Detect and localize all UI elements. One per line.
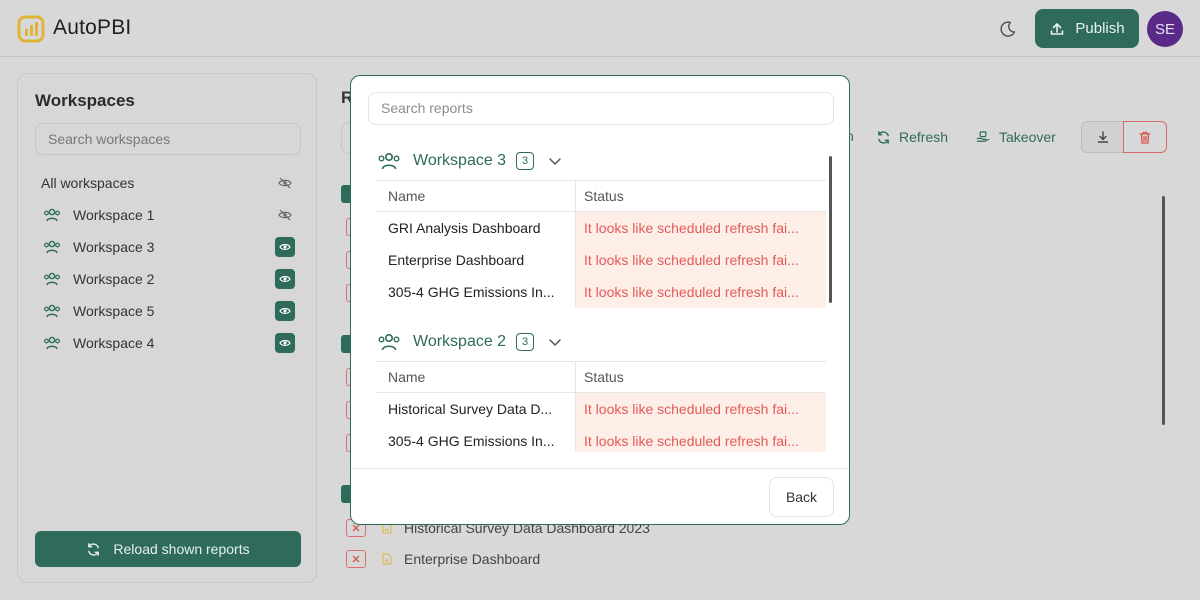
report-name-cell: Enterprise Dashboard xyxy=(376,244,576,276)
sidebar-item-workspace-5[interactable]: Workspace 5 xyxy=(35,297,301,325)
modal-footer: Back xyxy=(351,468,849,524)
workspace-group-name: Workspace 2 xyxy=(413,333,507,350)
users-icon xyxy=(44,336,60,350)
dark-mode-moon-icon[interactable] xyxy=(998,19,1018,39)
report-name-cell: GRI Analysis Dashboard xyxy=(376,212,576,244)
refresh-icon xyxy=(878,130,889,144)
users-icon xyxy=(44,272,60,286)
report-name-cell: 305-4 GHG Emissions In... xyxy=(376,276,576,308)
eye-icon[interactable] xyxy=(275,301,295,321)
app-header: AutoPBI Publish SE xyxy=(0,0,1200,57)
publish-label: Publish xyxy=(1075,20,1125,37)
back-button[interactable]: Back xyxy=(769,477,834,517)
eye-icon[interactable] xyxy=(275,237,295,257)
table-row[interactable]: GRI Analysis Dashboard It looks like sch… xyxy=(376,212,826,244)
table-scrollbar[interactable] xyxy=(829,156,832,303)
reload-shown-reports-button[interactable]: Reload shown reports xyxy=(35,531,301,567)
sidebar-item-label: Workspace 5 xyxy=(73,303,155,319)
refresh-icon xyxy=(88,542,100,556)
chevron-down-icon[interactable] xyxy=(548,156,562,166)
user-avatar[interactable]: SE xyxy=(1147,11,1183,47)
reports-scrollbar[interactable] xyxy=(1162,196,1165,425)
takeover-label: Takeover xyxy=(999,129,1056,145)
delete-button[interactable] xyxy=(1123,121,1167,153)
failed-reports-table: Name Status GRI Analysis Dashboard It lo… xyxy=(376,180,826,308)
workspace-group-header[interactable]: Workspace 2 3 xyxy=(377,329,562,355)
publish-button[interactable]: Publish xyxy=(1035,9,1139,48)
sidebar-item-workspace-3[interactable]: Workspace 3 xyxy=(35,233,301,261)
users-icon xyxy=(378,152,400,170)
table-header-row: Name Status xyxy=(376,180,826,212)
report-file-icon xyxy=(382,553,392,565)
report-search-input[interactable]: Search reports xyxy=(368,92,834,125)
refresh-button[interactable]: Refresh xyxy=(876,126,948,148)
eye-icon[interactable] xyxy=(275,269,295,289)
table-row[interactable]: Historical Survey Data D... It looks lik… xyxy=(376,393,826,425)
status-cell: It looks like scheduled refresh fai... xyxy=(576,244,826,276)
sidebar-item-workspace-4[interactable]: Workspace 4 xyxy=(35,329,301,357)
takeover-button[interactable]: Takeover xyxy=(975,126,1056,148)
chevron-down-icon[interactable] xyxy=(548,337,562,347)
takeover-hand-icon xyxy=(976,130,990,142)
report-count-badge: 3 xyxy=(516,152,535,170)
all-workspaces-label: All workspaces xyxy=(41,175,135,191)
status-cell: It looks like scheduled refresh fai... xyxy=(576,425,826,452)
modal-scroll-area: Workspace 3 3 Name Status GRI Analysis D… xyxy=(351,144,849,452)
name-column-header[interactable]: Name xyxy=(376,181,576,211)
report-row[interactable]: Enterprise Dashboard xyxy=(346,550,540,568)
download-icon xyxy=(1097,131,1109,143)
sidebar-item-workspace-2[interactable]: Workspace 2 xyxy=(35,265,301,293)
sidebar-item-label: Workspace 1 xyxy=(73,207,155,223)
sidebar-item-workspace-1[interactable]: Workspace 1 xyxy=(35,201,301,229)
table-header-row: Name Status xyxy=(376,361,826,393)
status-cell: It looks like scheduled refresh fai... xyxy=(576,276,826,308)
workspace-group-header[interactable]: Workspace 3 3 xyxy=(377,148,562,174)
error-x-icon xyxy=(346,550,366,568)
sidebar-item-all-workspaces[interactable]: All workspaces xyxy=(35,169,301,197)
workspace-group-name: Workspace 3 xyxy=(413,152,507,169)
users-icon xyxy=(44,304,60,318)
sidebar-item-label: Workspace 2 xyxy=(73,271,155,287)
workspaces-sidebar: Workspaces Search workspaces All workspa… xyxy=(17,73,317,583)
name-column-header[interactable]: Name xyxy=(376,362,576,392)
sidebar-title: Workspaces xyxy=(35,91,135,110)
trash-icon xyxy=(1139,131,1151,144)
download-button[interactable] xyxy=(1081,121,1124,153)
sidebar-item-label: Workspace 4 xyxy=(73,335,155,351)
refresh-label: Refresh xyxy=(899,129,949,145)
users-icon xyxy=(378,333,400,351)
status-column-header[interactable]: Status xyxy=(576,362,826,392)
report-count-badge: 3 xyxy=(516,333,535,351)
failed-refresh-modal: Search reports Workspace 3 3 Name Status… xyxy=(350,75,850,525)
reload-label: Reload shown reports xyxy=(113,541,250,557)
eye-off-icon[interactable] xyxy=(275,173,295,193)
users-icon xyxy=(44,240,60,254)
status-cell: It looks like scheduled refresh fai... xyxy=(576,393,826,425)
report-name-cell: 305-4 GHG Emissions In... xyxy=(376,425,576,452)
eye-off-icon[interactable] xyxy=(275,205,295,225)
table-row[interactable]: Enterprise Dashboard It looks like sched… xyxy=(376,244,826,276)
failed-reports-table: Name Status Historical Survey Data D... … xyxy=(376,361,826,452)
status-cell: It looks like scheduled refresh fai... xyxy=(576,212,826,244)
table-row[interactable]: 305-4 GHG Emissions In... It looks like … xyxy=(376,276,826,308)
upload-icon xyxy=(1051,22,1064,35)
table-row[interactable]: 305-4 GHG Emissions In... It looks like … xyxy=(376,425,826,452)
status-column-header[interactable]: Status xyxy=(576,181,826,211)
eye-icon[interactable] xyxy=(275,333,295,353)
sidebar-item-label: Workspace 3 xyxy=(73,239,155,255)
brand-name: AutoPBI xyxy=(53,16,132,39)
report-name-cell: Historical Survey Data D... xyxy=(376,393,576,425)
report-name: Enterprise Dashboard xyxy=(404,551,541,567)
users-icon xyxy=(44,208,60,222)
autopbi-logo-icon xyxy=(17,15,45,43)
workspace-search-input[interactable]: Search workspaces xyxy=(35,123,301,155)
